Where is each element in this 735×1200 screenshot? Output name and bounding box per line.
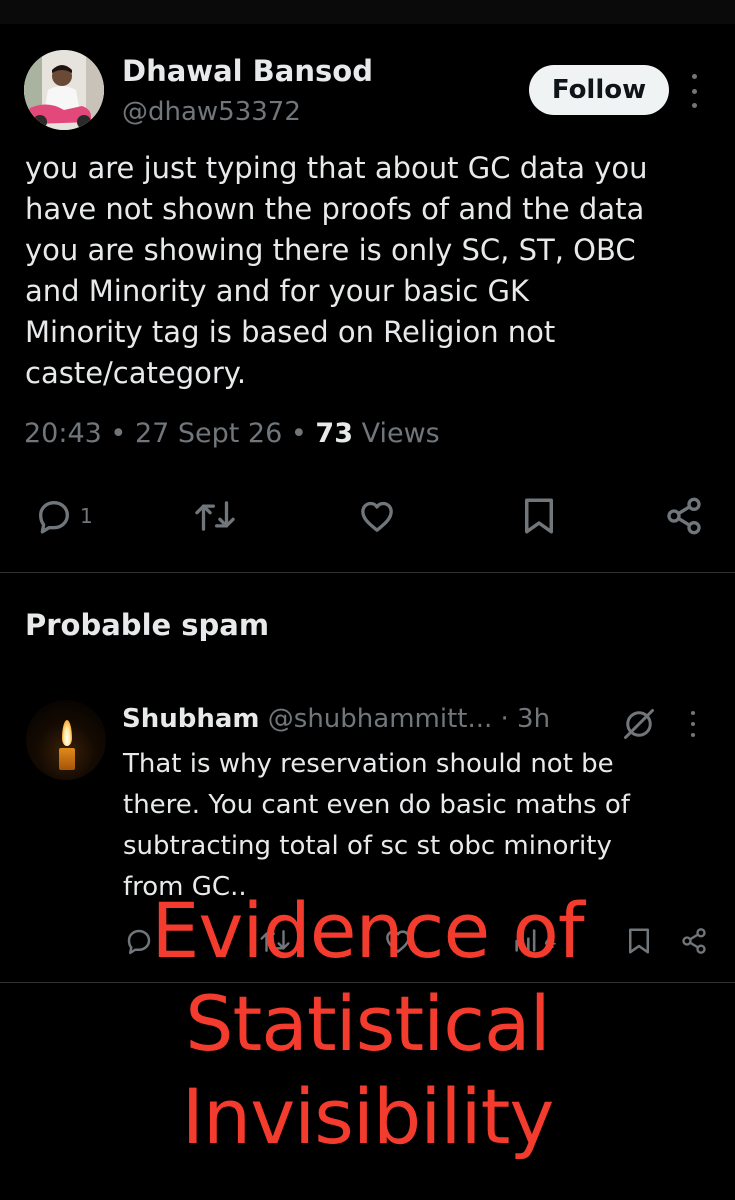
bookmark-icon [525, 498, 553, 534]
tweet-meta: 20:43 • 27 Sept 26 • 73 Views [24, 418, 440, 449]
candle-body [59, 748, 75, 770]
reply-icon [39, 501, 70, 534]
reply-count: 1 [80, 504, 93, 528]
grok-icon[interactable] [621, 706, 657, 742]
section-title: Probable spam [25, 608, 270, 642]
bookmark-button[interactable] [520, 494, 558, 538]
follow-button[interactable]: Follow [529, 65, 669, 115]
like-button[interactable] [355, 494, 399, 538]
author-avatar[interactable] [24, 50, 104, 130]
reply-author-handle[interactable]: @shubhammitt... [268, 704, 492, 734]
share-button[interactable] [664, 494, 704, 538]
share-icon [667, 497, 701, 535]
author-handle[interactable]: @dhaw53372 [122, 97, 301, 127]
reply-time: · 3h [500, 704, 551, 734]
reply-more-icon[interactable] [686, 711, 700, 737]
like-icon [361, 501, 393, 532]
status-bar [0, 0, 735, 24]
divider [0, 572, 735, 573]
tweet-time: 20:43 [24, 418, 102, 449]
more-icon[interactable] [686, 74, 702, 108]
overlay-caption: Evidence of Statistical Invisibility [151, 886, 584, 1161]
reply-header: Shubham @shubhammitt... · 3h [122, 704, 592, 734]
meta-separator: • [290, 418, 307, 449]
tweet-text: you are just typing that about GC data y… [25, 151, 648, 390]
author-name[interactable]: Dhawal Bansod [122, 54, 373, 88]
reply-button[interactable]: 1 [34, 494, 93, 538]
retweet-button[interactable] [192, 494, 238, 538]
views-count: 73 [315, 418, 353, 449]
avatar-photo [24, 50, 104, 130]
reply-avatar[interactable] [26, 700, 106, 780]
tweet-date: 27 Sept 26 [134, 418, 283, 449]
retweet-icon [195, 501, 235, 531]
views-label[interactable]: Views [362, 418, 440, 449]
meta-separator: • [110, 418, 127, 449]
reply-author-name[interactable]: Shubham [122, 704, 260, 734]
candle-flame [62, 720, 72, 746]
